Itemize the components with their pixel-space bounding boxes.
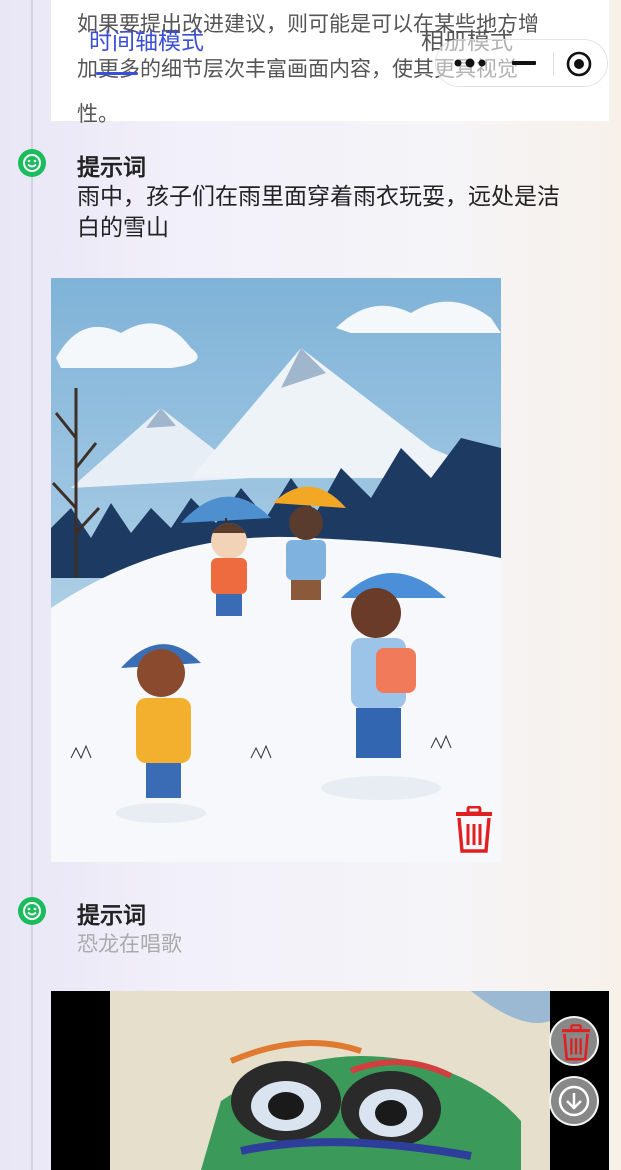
miniprogram-capsule <box>435 39 608 87</box>
feedback-line: 性。 <box>77 102 119 126</box>
target-icon[interactable] <box>565 50 593 78</box>
more-dots-icon[interactable] <box>453 51 488 75</box>
minimize-icon[interactable] <box>511 51 537 75</box>
smiley-icon <box>18 149 46 177</box>
trash-icon[interactable] <box>452 806 496 854</box>
trash-icon <box>562 1024 590 1061</box>
active-tab-indicator <box>96 72 138 75</box>
floating-download-button[interactable] <box>549 1076 599 1126</box>
entry-label: 提示词 <box>77 155 146 181</box>
entry-label: 提示词 <box>77 903 146 929</box>
tab-timeline-mode[interactable]: 时间轴模式 <box>89 22 204 56</box>
generated-image[interactable] <box>51 991 609 1170</box>
entry-prompt: 恐龙在唱歌 <box>77 932 182 956</box>
crayon-dinosaur-illustration <box>51 991 609 1170</box>
capsule-divider <box>553 52 554 76</box>
generated-image[interactable] <box>51 278 501 862</box>
floating-delete-button[interactable] <box>549 1016 599 1066</box>
children-in-rain-illustration <box>51 278 501 862</box>
smiley-icon <box>18 897 46 925</box>
download-arrow-icon <box>558 1085 590 1117</box>
entry-prompt: 雨中，孩子们在雨里面穿着雨衣玩耍，远处是洁白的雪山 <box>77 184 560 241</box>
